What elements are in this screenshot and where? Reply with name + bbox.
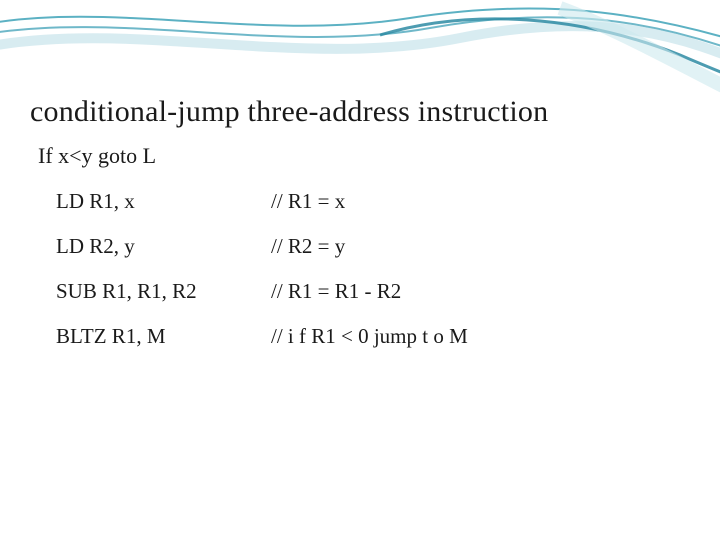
- instruction-cell: LD R1, x: [56, 179, 271, 224]
- comment-cell: // i f R1 < 0 jump t o M: [271, 314, 468, 359]
- instruction-cell: SUB R1, R1, R2: [56, 269, 271, 314]
- table-row: LD R2, y // R2 = y: [56, 224, 468, 269]
- code-table: LD R1, x // R1 = x LD R2, y // R2 = y SU…: [56, 179, 468, 359]
- comment-cell: // R2 = y: [271, 224, 468, 269]
- slide-content: conditional-jump three-address instructi…: [30, 95, 690, 359]
- slide-subtitle: If x<y goto L: [38, 143, 690, 169]
- table-row: BLTZ R1, M // i f R1 < 0 jump t o M: [56, 314, 468, 359]
- comment-cell: // R1 = x: [271, 179, 468, 224]
- table-row: LD R1, x // R1 = x: [56, 179, 468, 224]
- instruction-cell: BLTZ R1, M: [56, 314, 271, 359]
- comment-cell: // R1 = R1 - R2: [271, 269, 468, 314]
- slide-title: conditional-jump three-address instructi…: [30, 95, 690, 129]
- instruction-cell: LD R2, y: [56, 224, 271, 269]
- table-row: SUB R1, R1, R2 // R1 = R1 - R2: [56, 269, 468, 314]
